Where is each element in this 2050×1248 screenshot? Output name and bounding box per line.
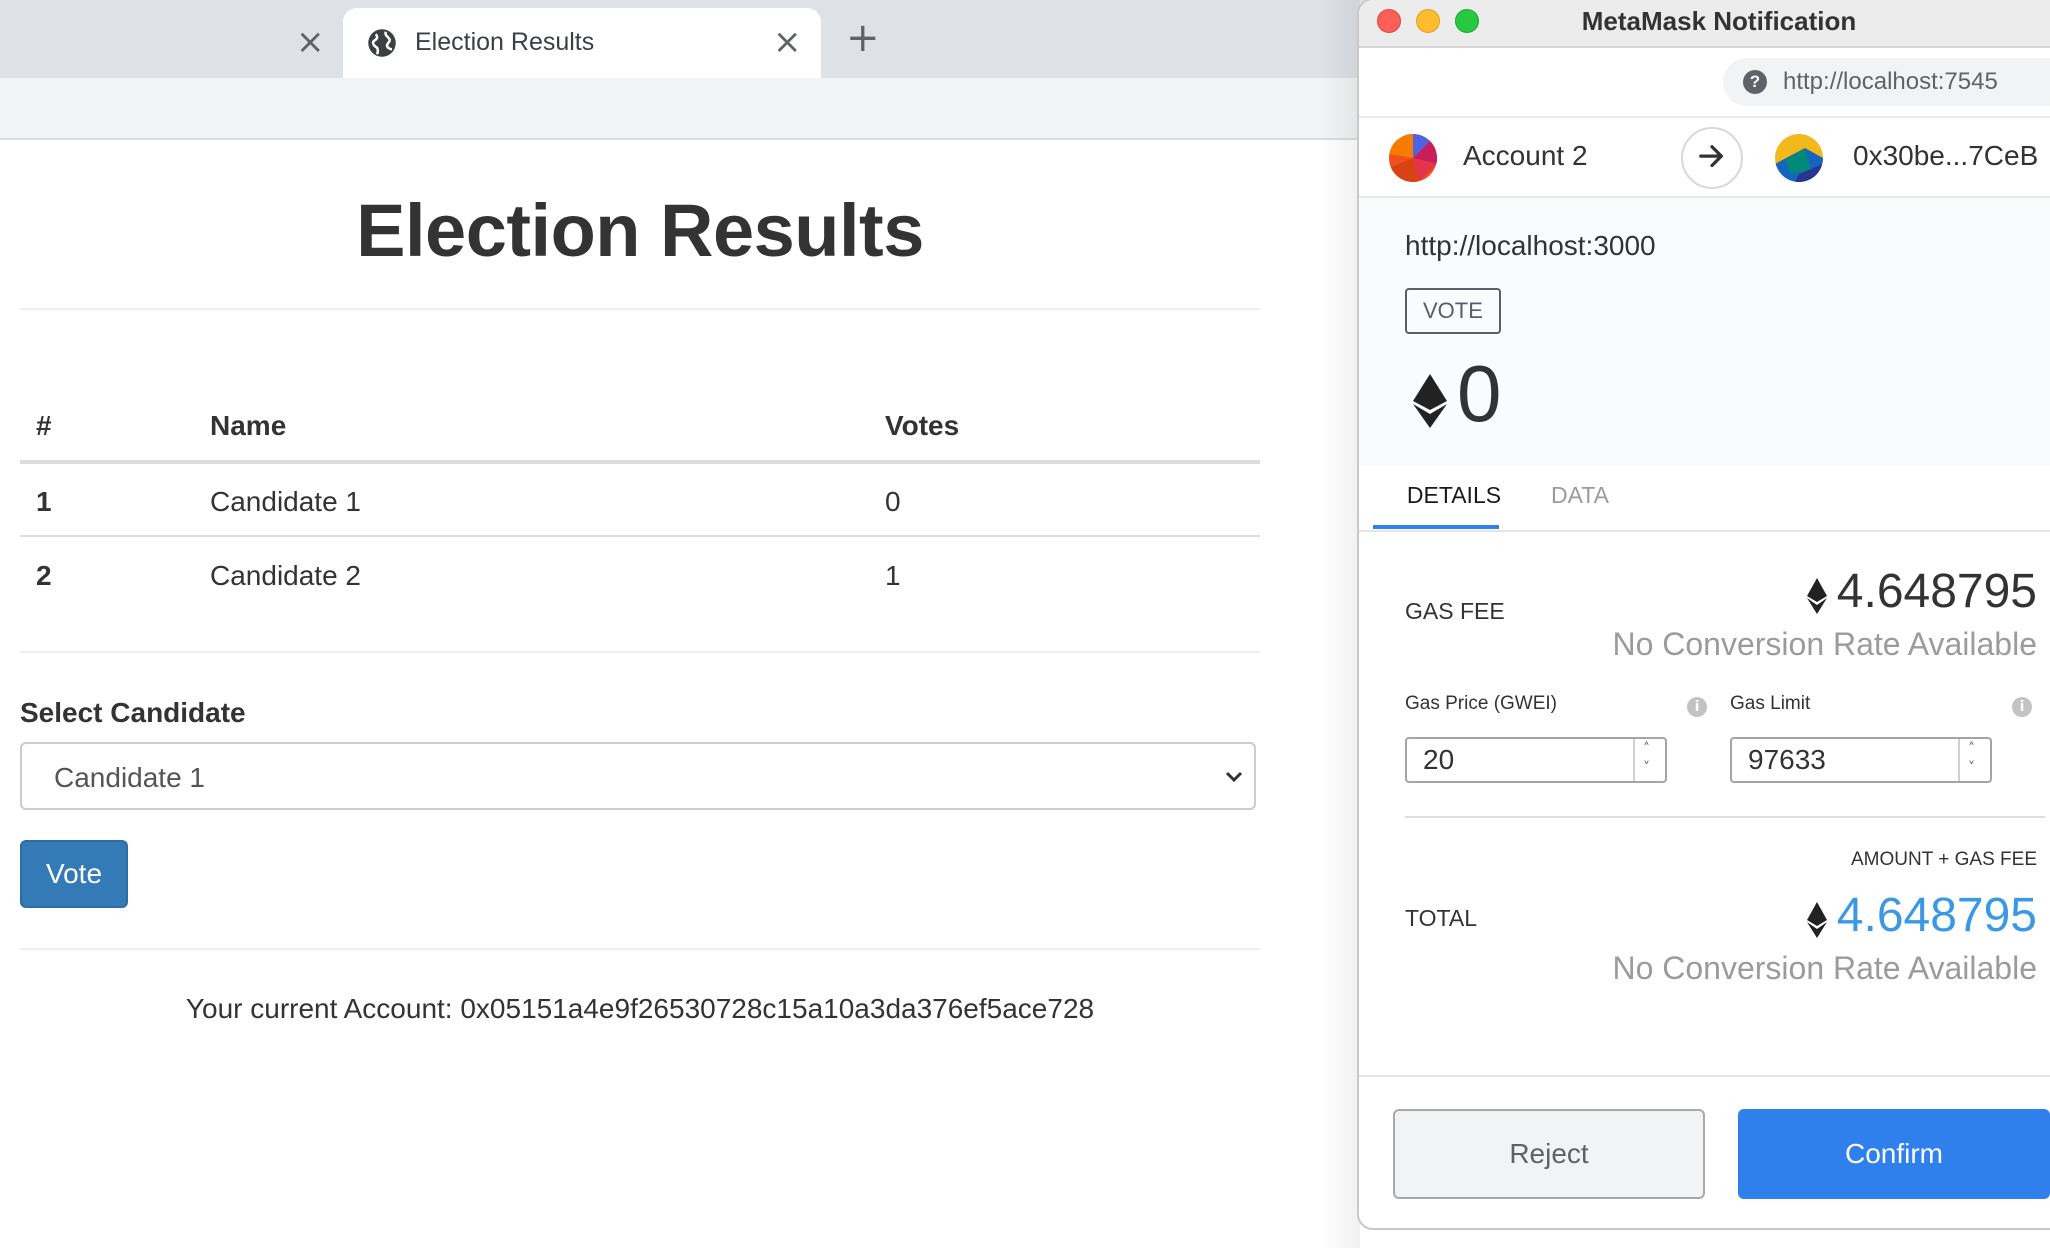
- confirm-button[interactable]: Confirm: [1738, 1109, 2050, 1199]
- ethereum-icon: [1413, 374, 1447, 428]
- gas-limit-stepper[interactable]: ˄ ˅: [1958, 739, 1990, 781]
- gas-fee-conversion-text: No Conversion Rate Available: [1612, 626, 2037, 662]
- recipient-address[interactable]: 0x30be...7CeB: [1853, 140, 2038, 172]
- candidate-select-value: Candidate 1: [54, 762, 206, 793]
- chevron-down-icon: [1225, 771, 1243, 783]
- network-origin: http://localhost:7545: [1783, 68, 1998, 95]
- table-header-divider: [20, 460, 1260, 464]
- from-account-name[interactable]: Account 2: [1463, 140, 1588, 172]
- recipient-avatar-icon: [1775, 134, 1823, 182]
- transaction-amount: 0: [1457, 349, 1502, 438]
- footer-divider: [1359, 1075, 2050, 1077]
- candidate-select[interactable]: Candidate 1: [20, 742, 1256, 810]
- divider: [1405, 816, 2045, 818]
- gas-price-input[interactable]: 20 ˄ ˅: [1405, 737, 1667, 783]
- select-candidate-label: Select Candidate: [20, 697, 246, 728]
- divider: [20, 948, 1260, 950]
- sender-recipient-row: Account 2 0x30be...7CeB: [1359, 116, 2050, 198]
- gas-limit-input[interactable]: 97633 ˄ ˅: [1730, 737, 1992, 783]
- column-header-name: Name: [210, 410, 287, 441]
- total-value: 4.648795: [1836, 889, 2037, 942]
- account-avatar-icon: [1389, 134, 1437, 182]
- gas-price-value: 20: [1423, 744, 1455, 775]
- table-row-1-number: 1: [36, 486, 52, 517]
- previous-tab-close-icon[interactable]: ×: [296, 25, 325, 59]
- reject-button[interactable]: Reject: [1393, 1109, 1705, 1199]
- ethereum-icon: [1807, 578, 1827, 614]
- gas-fee-label: GAS FEE: [1405, 598, 1505, 624]
- amount-plus-gas-label: AMOUNT + GAS FEE: [1851, 849, 2037, 870]
- column-header-votes: Votes: [885, 410, 960, 441]
- divider: [20, 651, 1260, 653]
- info-icon[interactable]: i: [1687, 697, 1707, 717]
- gas-price-label: Gas Price (GWEI): [1405, 693, 1558, 714]
- metamask-notification-window: MetaMask Notification ? http://localhost…: [1357, 0, 2050, 1230]
- vote-button[interactable]: Vote: [20, 840, 128, 908]
- divider: [20, 308, 1260, 310]
- total-label: TOTAL: [1405, 905, 1477, 931]
- active-tab-indicator: [1373, 525, 1499, 529]
- question-icon: ?: [1743, 70, 1767, 94]
- gas-limit-label: Gas Limit: [1730, 693, 1811, 714]
- network-origin-pill[interactable]: ? http://localhost:7545: [1723, 58, 2050, 106]
- gas-limit-value: 97633: [1748, 744, 1826, 775]
- arrow-right-icon: [1681, 127, 1743, 189]
- gas-fee-value: 4.648795: [1836, 565, 2037, 618]
- network-row: ? http://localhost:7545: [1359, 48, 2050, 116]
- site-origin: http://localhost:3000: [1405, 230, 1656, 261]
- table-row-2-votes: 1: [885, 560, 901, 591]
- chevron-down-icon[interactable]: ˅: [1968, 761, 1982, 775]
- transaction-summary: http://localhost:3000 VOTE 0: [1359, 198, 2050, 466]
- table-row-2-number: 2: [36, 560, 52, 591]
- browser-tab-active[interactable]: Election Results ×: [343, 8, 821, 80]
- page-title: Election Results: [356, 189, 924, 272]
- current-account-text: Your current Account: 0x05151a4e9f265307…: [185, 993, 1095, 1024]
- chevron-down-icon[interactable]: ˅: [1643, 761, 1657, 775]
- browser-toolbar: [0, 78, 1370, 140]
- table-row-divider: [20, 535, 1260, 537]
- table-row-1-name: Candidate 1: [210, 486, 362, 517]
- tab-close-icon[interactable]: ×: [773, 25, 802, 59]
- window-title: MetaMask Notification: [1581, 6, 1857, 36]
- info-icon[interactable]: i: [2012, 697, 2032, 717]
- gas-price-stepper[interactable]: ˄ ˅: [1633, 739, 1665, 781]
- tab-data[interactable]: DATA: [1551, 482, 1609, 509]
- table-row-1-votes: 0: [885, 486, 901, 517]
- tab-title: Election Results: [415, 28, 595, 56]
- browser-tab-strip: × Election Results × +: [0, 0, 1370, 80]
- details-data-tabs: DETAILS DATA: [1359, 466, 2050, 532]
- globe-icon: [368, 29, 396, 57]
- window-titlebar[interactable]: MetaMask Notification: [1359, 0, 2050, 48]
- chevron-up-icon[interactable]: ˄: [1643, 742, 1657, 756]
- window-shadow: [1320, 0, 1360, 1248]
- total-conversion-text: No Conversion Rate Available: [1612, 950, 2037, 986]
- chevron-up-icon[interactable]: ˄: [1968, 742, 1982, 756]
- table-row-2-name: Candidate 2: [210, 560, 362, 591]
- ethereum-icon: [1807, 902, 1827, 938]
- column-header-number: #: [36, 410, 52, 441]
- tab-details[interactable]: DETAILS: [1391, 482, 1517, 509]
- method-badge: VOTE: [1405, 288, 1501, 334]
- new-tab-icon[interactable]: +: [846, 18, 880, 58]
